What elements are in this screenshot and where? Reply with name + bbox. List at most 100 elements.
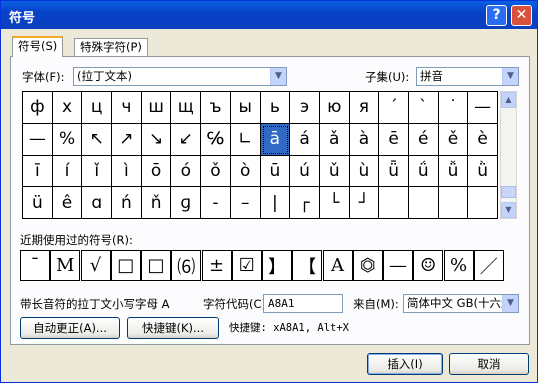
symbol-cell[interactable] bbox=[438, 187, 469, 219]
symbol-cell[interactable]: ǎ bbox=[319, 123, 350, 156]
symbol-cell[interactable]: ǔ bbox=[319, 155, 350, 188]
recent-symbol-cell[interactable]: ／ bbox=[473, 250, 504, 281]
symbol-cell[interactable]: ē bbox=[379, 123, 409, 156]
recent-symbol-cell[interactable]: 【 bbox=[292, 250, 323, 281]
symbol-cell[interactable]: ↗ bbox=[112, 123, 142, 156]
symbol-cell[interactable]: ǐ bbox=[82, 155, 113, 188]
symbol-cell[interactable]: ě bbox=[438, 123, 469, 156]
symbol-cell[interactable]: ɡ bbox=[171, 187, 202, 219]
symbol-cell[interactable]: ˋ bbox=[408, 92, 439, 124]
symbol-cell[interactable]: è bbox=[468, 123, 498, 156]
scroll-thumb[interactable] bbox=[501, 186, 516, 198]
chevron-down-icon[interactable]: ▼ bbox=[270, 68, 286, 85]
symbol-cell[interactable]: ∟ bbox=[230, 123, 261, 156]
char-code-field[interactable]: A8A1 bbox=[263, 294, 343, 313]
symbol-cell[interactable]: í bbox=[52, 155, 83, 188]
symbol-cell[interactable]: ā bbox=[260, 123, 291, 156]
symbol-cell[interactable]: ф bbox=[23, 92, 53, 124]
symbol-cell[interactable]: - bbox=[201, 187, 231, 219]
symbol-cell[interactable] bbox=[408, 187, 439, 219]
symbol-cell[interactable]: ℅ bbox=[201, 123, 231, 156]
recent-symbol-cell[interactable]: 】 bbox=[262, 250, 292, 281]
from-select[interactable]: 简体中文 GB(十六进制) ▼ bbox=[403, 294, 519, 313]
symbol-cell[interactable] bbox=[379, 187, 409, 219]
cancel-button[interactable]: 取消 bbox=[449, 353, 529, 375]
recent-symbol-cell[interactable]: M bbox=[50, 250, 81, 281]
symbol-cell[interactable]: % bbox=[52, 123, 83, 156]
recent-symbol-cell[interactable]: A bbox=[322, 250, 353, 281]
chevron-down-icon[interactable]: ▼ bbox=[502, 295, 518, 312]
tab-symbols[interactable]: 符号(S) bbox=[12, 36, 64, 57]
symbol-cell[interactable]: ч bbox=[112, 92, 142, 124]
symbol-cell[interactable]: ъ bbox=[201, 92, 231, 124]
subset-select[interactable]: 拼音 ▼ bbox=[416, 67, 519, 86]
symbol-cell[interactable]: ī bbox=[23, 155, 53, 188]
character-name: 带长音符的拉丁文小写字母 A bbox=[20, 297, 170, 311]
scroll-down-icon[interactable]: ▼ bbox=[501, 202, 516, 218]
chevron-down-icon[interactable]: ▼ bbox=[502, 68, 518, 85]
symbol-cell[interactable]: ǒ bbox=[201, 155, 231, 188]
symbol-cell[interactable]: ǖ bbox=[379, 155, 409, 188]
symbol-cell[interactable]: ń bbox=[112, 187, 142, 219]
symbol-cell[interactable]: ш bbox=[141, 92, 172, 124]
scroll-up-icon[interactable]: ▲ bbox=[501, 92, 516, 108]
recent-symbol-cell[interactable]: √ bbox=[80, 250, 111, 281]
close-button[interactable]: ✕ bbox=[511, 5, 532, 26]
symbol-cell[interactable]: ǚ bbox=[438, 155, 469, 188]
recent-symbol-cell[interactable]: ☺ bbox=[413, 250, 444, 281]
symbol-cell[interactable]: ì bbox=[112, 155, 142, 188]
symbol-cell[interactable]: ↙ bbox=[171, 123, 202, 156]
symbol-cell[interactable]: ц bbox=[82, 92, 113, 124]
symbol-cell[interactable]: ü bbox=[23, 187, 53, 219]
symbol-cell[interactable] bbox=[468, 187, 498, 219]
recent-symbol-cell[interactable]: ± bbox=[201, 250, 232, 281]
symbol-cell[interactable]: ɑ bbox=[82, 187, 113, 219]
symbol-cell[interactable]: ó bbox=[171, 155, 202, 188]
symbol-cell[interactable]: ↖ bbox=[82, 123, 113, 156]
symbol-cell[interactable]: ò bbox=[230, 155, 261, 188]
symbol-cell[interactable]: я bbox=[349, 92, 380, 124]
recent-symbol-cell[interactable]: ⑹ bbox=[171, 250, 202, 281]
recent-symbol-cell[interactable]: — bbox=[383, 250, 413, 281]
symbol-cell[interactable]: – bbox=[230, 187, 261, 219]
insert-button[interactable]: 插入(I) bbox=[367, 353, 443, 375]
symbol-cell[interactable]: ┌ bbox=[290, 187, 320, 219]
symbol-cell[interactable]: ō bbox=[141, 155, 172, 188]
symbol-cell[interactable]: └ bbox=[319, 187, 350, 219]
symbol-cell[interactable]: ы bbox=[230, 92, 261, 124]
symbol-cell[interactable]: ǘ bbox=[408, 155, 439, 188]
recent-symbol-cell[interactable]: □ bbox=[110, 250, 141, 281]
symbol-cell[interactable]: — bbox=[23, 123, 53, 156]
symbol-cell[interactable]: ê bbox=[52, 187, 83, 219]
symbol-cell[interactable]: á bbox=[290, 123, 320, 156]
help-button[interactable]: ? bbox=[486, 5, 507, 26]
symbol-cell[interactable]: ū bbox=[260, 155, 291, 188]
symbol-cell[interactable]: ň bbox=[141, 187, 172, 219]
symbol-cell[interactable]: ˊ bbox=[379, 92, 409, 124]
symbol-cell[interactable]: ú bbox=[290, 155, 320, 188]
symbol-grid-scrollbar[interactable]: ▲ ▼ bbox=[500, 91, 517, 219]
font-select[interactable]: (拉丁文本) ▼ bbox=[73, 67, 287, 86]
autocorrect-button[interactable]: 自动更正(A)... bbox=[20, 317, 120, 339]
recent-symbol-cell[interactable]: ⏣ bbox=[352, 250, 383, 281]
shortcut-key-button[interactable]: 快捷键(K)... bbox=[127, 317, 219, 339]
recent-symbol-cell[interactable]: ¯ bbox=[20, 250, 50, 281]
symbol-cell[interactable]: э bbox=[290, 92, 320, 124]
symbol-cell[interactable]: х bbox=[52, 92, 83, 124]
recent-symbol-cell[interactable]: □ bbox=[141, 250, 171, 281]
symbol-cell[interactable]: | bbox=[260, 187, 291, 219]
symbol-cell[interactable]: ǜ bbox=[468, 155, 498, 188]
recent-symbol-cell[interactable]: ☑ bbox=[231, 250, 262, 281]
symbol-cell[interactable]: ù bbox=[349, 155, 380, 188]
symbol-cell[interactable]: — bbox=[468, 92, 498, 124]
symbol-cell[interactable]: é bbox=[408, 123, 439, 156]
symbol-cell[interactable]: ↘ bbox=[141, 123, 172, 156]
recent-symbol-cell[interactable]: % bbox=[443, 250, 474, 281]
symbol-cell[interactable]: ˙ bbox=[438, 92, 469, 124]
symbol-cell[interactable]: ю bbox=[319, 92, 350, 124]
symbol-cell[interactable]: ь bbox=[260, 92, 291, 124]
symbol-cell[interactable]: щ bbox=[171, 92, 202, 124]
symbol-cell[interactable]: ┘ bbox=[349, 187, 380, 219]
tab-special-characters[interactable]: 特殊字符(P) bbox=[74, 38, 148, 56]
symbol-cell[interactable]: à bbox=[349, 123, 380, 156]
